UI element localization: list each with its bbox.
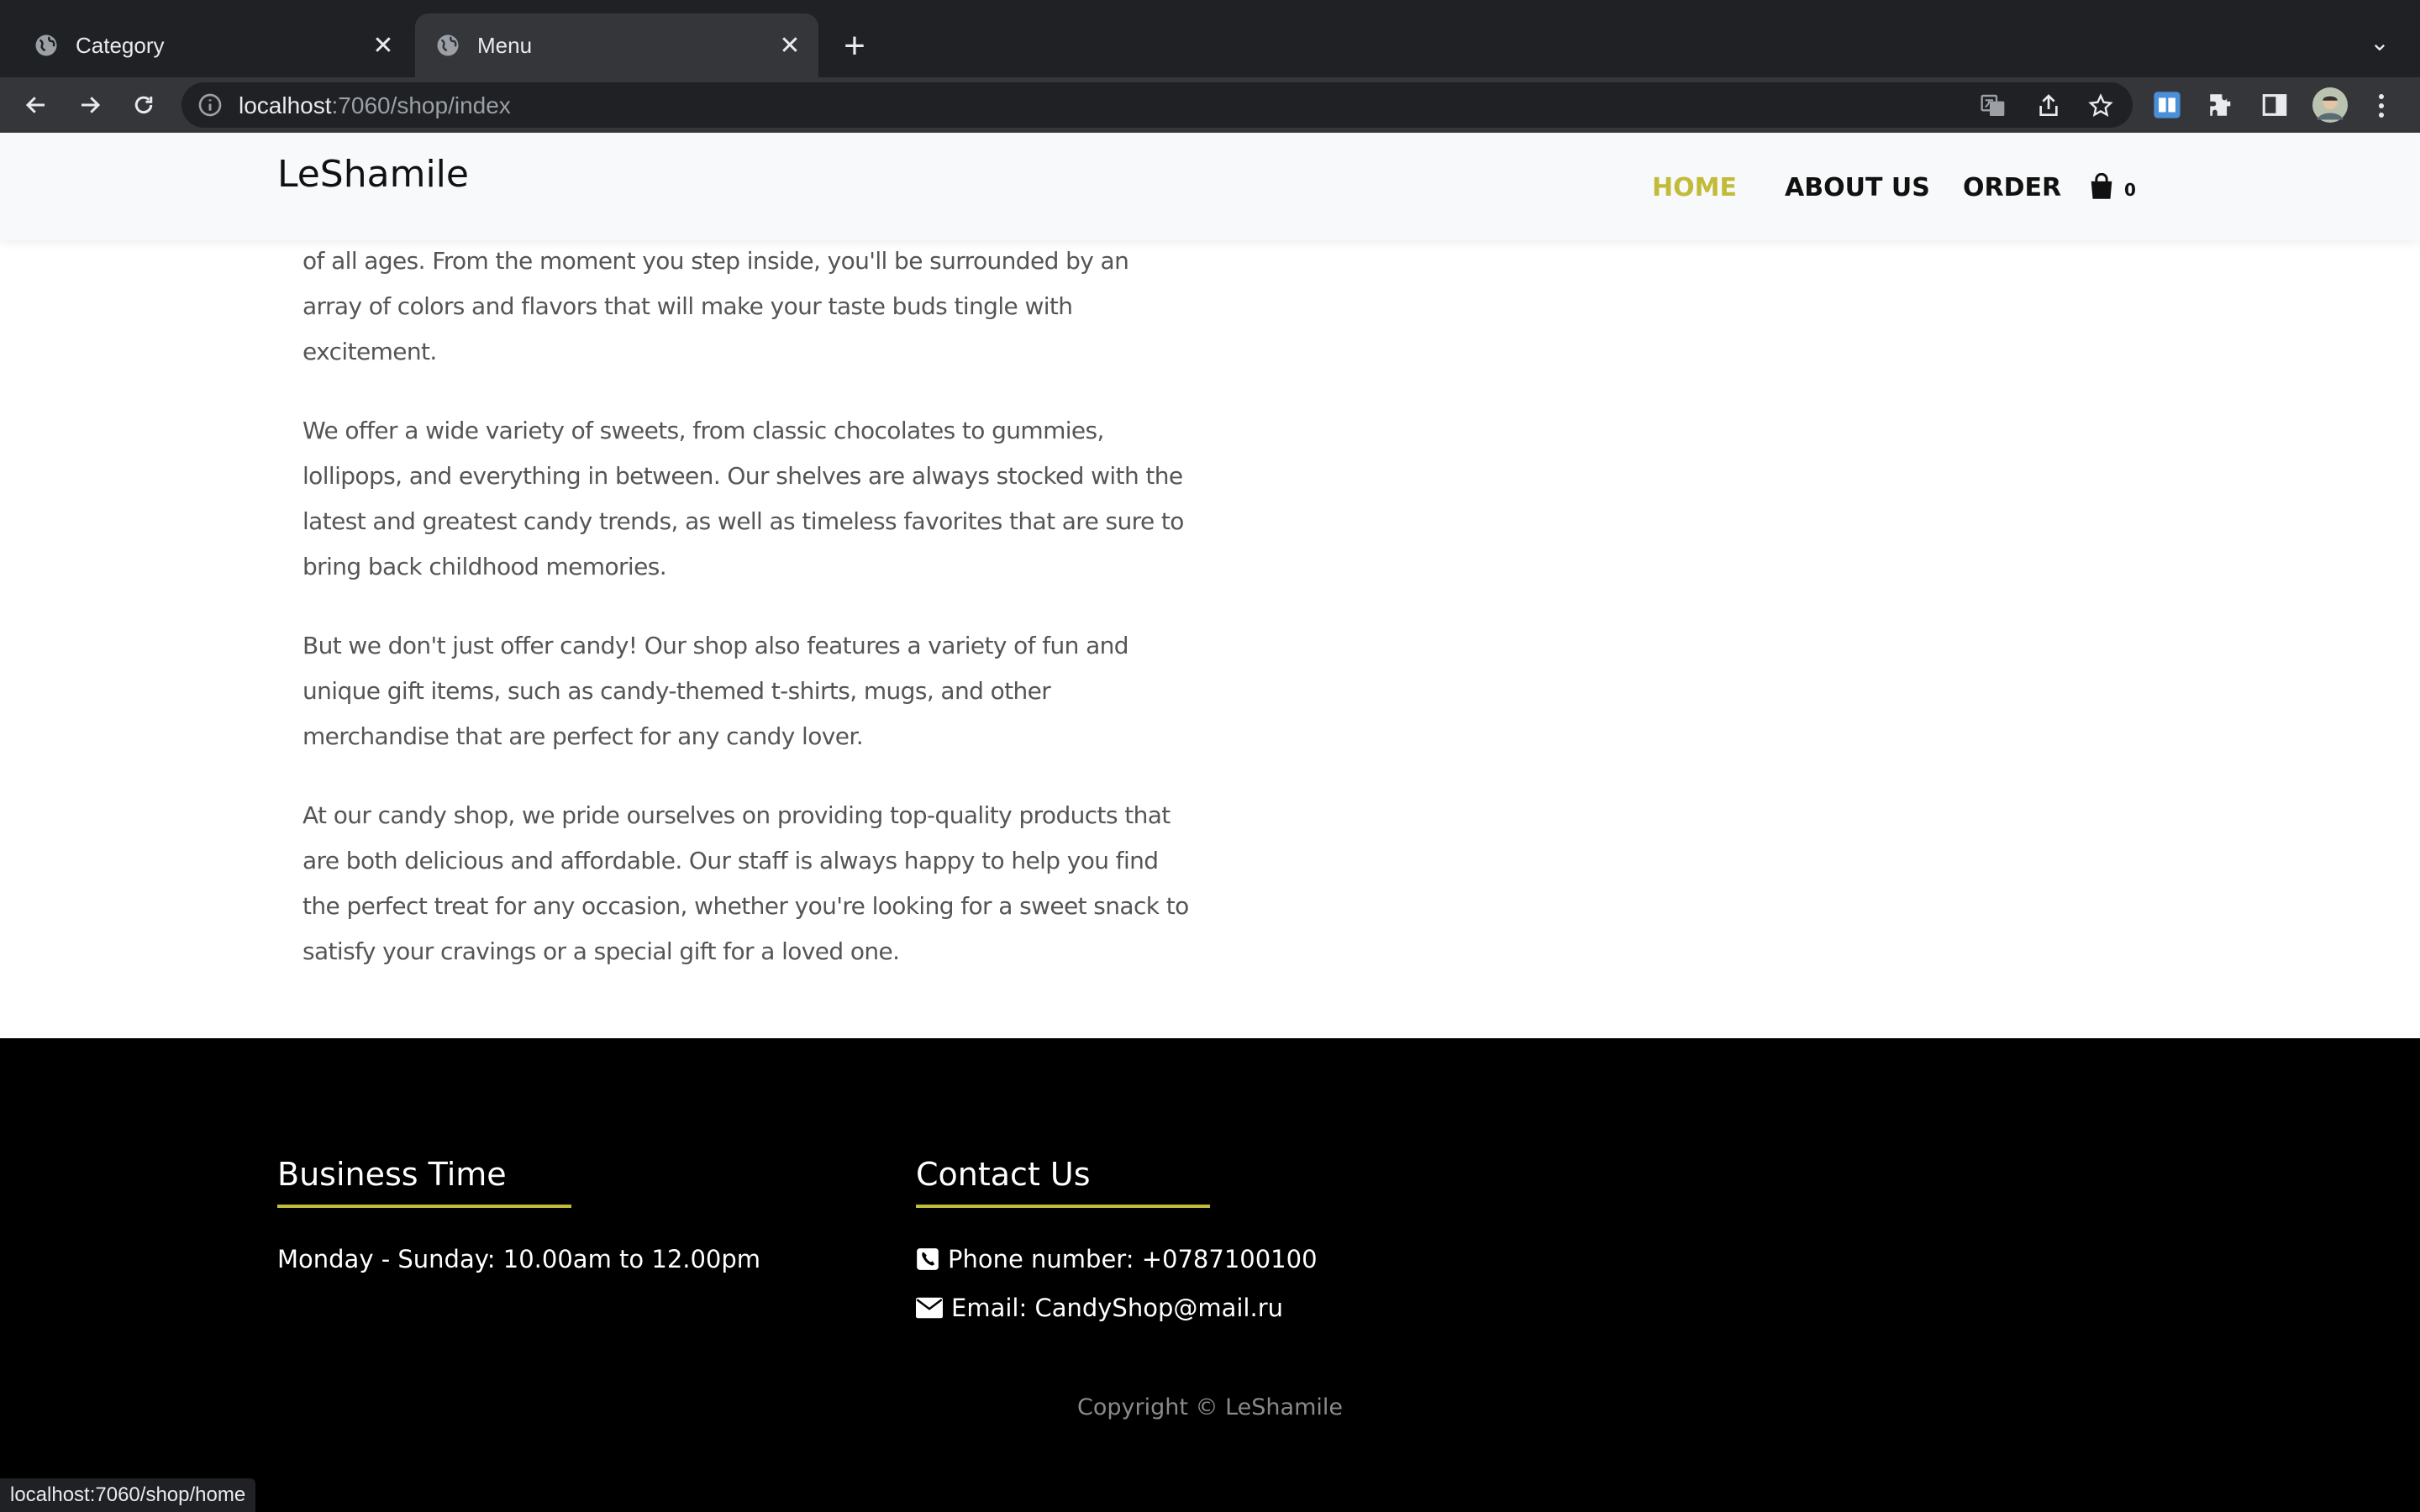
site-header: LeShamile HOME ABOUT US ORDER 0 bbox=[0, 133, 2420, 240]
brand-logo[interactable]: LeShamile bbox=[277, 153, 469, 196]
business-hours: Monday - Sunday: 10.00am to 12.00pm bbox=[277, 1245, 761, 1273]
nav-order[interactable]: ORDER bbox=[1963, 173, 2061, 202]
tab-search-chevron-icon[interactable]: ⌄ bbox=[2363, 25, 2396, 59]
tab-menu[interactable]: Menu ✕ bbox=[415, 13, 818, 77]
avatar[interactable] bbox=[2312, 87, 2348, 123]
globe-icon bbox=[35, 34, 57, 56]
heading-underline bbox=[277, 1205, 571, 1208]
site-footer: Business Time Monday - Sunday: 10.00am t… bbox=[0, 1038, 2420, 1512]
arrow-left-icon bbox=[25, 97, 45, 113]
about-content: of all ages. From the moment you step in… bbox=[302, 240, 1193, 1008]
heading-underline bbox=[916, 1205, 1210, 1208]
back-button[interactable] bbox=[15, 84, 57, 126]
business-time-heading: Business Time bbox=[277, 1156, 507, 1193]
translate-icon[interactable] bbox=[1980, 92, 2007, 119]
contact-us-heading: Contact Us bbox=[916, 1156, 1091, 1193]
tab-title: Category bbox=[76, 32, 165, 58]
reload-button[interactable] bbox=[123, 84, 165, 126]
status-bar-url: localhost:7060/shop/home bbox=[0, 1478, 256, 1512]
email-contact: Email: CandyShop@mail.ru bbox=[916, 1294, 1283, 1322]
side-panel-icon[interactable] bbox=[2260, 91, 2289, 119]
phone-square-icon bbox=[917, 1248, 939, 1270]
address-bar[interactable]: localhost:7060/shop/index bbox=[182, 82, 2133, 128]
share-icon[interactable] bbox=[2035, 92, 2062, 119]
paragraph: We offer a wide variety of sweets, from … bbox=[302, 417, 1184, 580]
cart-count: 0 bbox=[2124, 180, 2136, 200]
paragraph: of all ages. From the moment you step in… bbox=[302, 247, 1129, 365]
browser-tab-strip: Category ✕ Menu ✕ + ⌄ bbox=[0, 0, 2420, 77]
reload-icon bbox=[134, 96, 153, 114]
reader-extension-icon[interactable] bbox=[2153, 91, 2181, 119]
browser-toolbar: localhost:7060/shop/index bbox=[0, 77, 2420, 133]
close-icon[interactable]: ✕ bbox=[773, 29, 807, 62]
url-text[interactable]: localhost:7060/shop/index bbox=[239, 92, 511, 119]
forward-button[interactable] bbox=[69, 84, 111, 126]
new-tab-button[interactable]: + bbox=[832, 24, 877, 69]
shopping-bag-icon bbox=[2091, 173, 2112, 199]
star-icon[interactable] bbox=[2087, 92, 2114, 119]
globe-icon bbox=[437, 34, 459, 56]
tab-category[interactable]: Category ✕ bbox=[0, 13, 412, 77]
paragraph: At our candy shop, we pride ourselves on… bbox=[302, 801, 1189, 965]
nav-about-us[interactable]: ABOUT US bbox=[1785, 173, 1930, 202]
nav-home[interactable]: HOME bbox=[1652, 173, 1737, 202]
info-icon[interactable] bbox=[197, 92, 224, 118]
cart-button[interactable]: 0 bbox=[2089, 173, 2136, 200]
browser-menu-icon[interactable] bbox=[2375, 89, 2388, 123]
close-icon[interactable]: ✕ bbox=[366, 29, 400, 62]
extensions-puzzle-icon[interactable] bbox=[2207, 91, 2235, 119]
paragraph: But we don't just offer candy! Our shop … bbox=[302, 632, 1129, 750]
phone-text: Phone number: +0787100100 bbox=[948, 1245, 1318, 1273]
tab-title: Menu bbox=[477, 32, 533, 58]
copyright-text: Copyright © LeShamile bbox=[1077, 1394, 1343, 1420]
envelope-icon bbox=[916, 1297, 943, 1319]
arrow-right-icon bbox=[82, 97, 101, 113]
phone-contact: Phone number: +0787100100 bbox=[916, 1245, 1318, 1273]
email-text[interactable]: Email: CandyShop@mail.ru bbox=[951, 1294, 1283, 1322]
